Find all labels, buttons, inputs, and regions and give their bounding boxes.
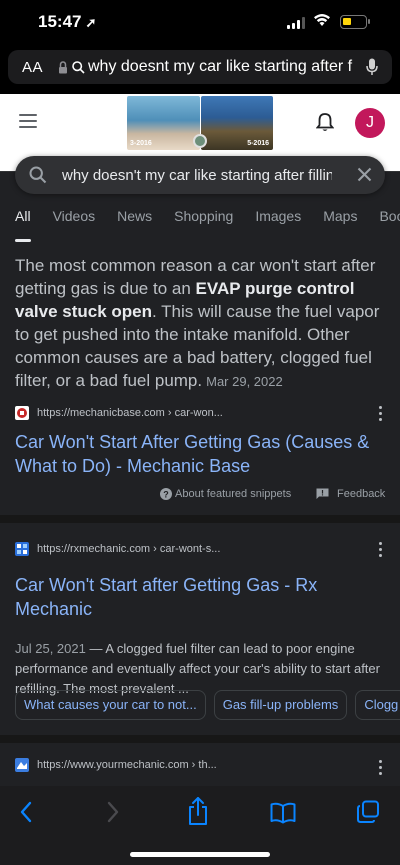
yourmechanic-favicon bbox=[15, 757, 29, 772]
status-time-text: 15:47 bbox=[38, 12, 82, 31]
snippet-source-url: https://mechanicbase.com bbox=[37, 406, 165, 419]
share-icon[interactable] bbox=[186, 796, 210, 826]
snippet-date: Mar 29, 2022 bbox=[206, 374, 283, 389]
kebab-icon[interactable] bbox=[379, 406, 383, 424]
home-indicator bbox=[130, 852, 270, 857]
feedback-link[interactable]: Feedback bbox=[316, 488, 385, 500]
snippet-footer: ? About featured snippets Feedback bbox=[0, 484, 400, 506]
doodle-left-image: 3-2016 bbox=[127, 96, 200, 150]
clear-icon[interactable] bbox=[357, 167, 372, 182]
result-divider bbox=[0, 735, 400, 743]
google-doodle[interactable]: 3-2016 5-2016 bbox=[127, 96, 273, 150]
battery-icon bbox=[340, 15, 370, 29]
back-icon[interactable] bbox=[18, 800, 34, 824]
browser-address-area: AA why doesnt my car like starting after… bbox=[0, 46, 400, 94]
featured-snippet-source: https://mechanicbase.com › car-won... Ca… bbox=[15, 404, 387, 478]
mechanicbase-favicon bbox=[15, 405, 29, 420]
search-query-text[interactable]: why doesn't my car like starting after f… bbox=[62, 167, 332, 184]
cellular-signal-icon bbox=[287, 17, 305, 29]
microphone-icon[interactable] bbox=[366, 58, 378, 76]
kebab-icon[interactable] bbox=[379, 542, 383, 560]
snippet-result-title[interactable]: Car Won't Start After Getting Gas (Cause… bbox=[15, 430, 387, 478]
browser-toolbar bbox=[0, 786, 400, 865]
doodle-right-image: 5-2016 bbox=[200, 96, 273, 150]
related-chips: What causes your car to not... Gas fill-… bbox=[15, 690, 400, 722]
result-url: https://www.yourmechanic.com bbox=[37, 758, 189, 771]
bell-icon[interactable] bbox=[316, 112, 334, 133]
tab-all[interactable]: All bbox=[15, 206, 31, 242]
address-bar[interactable]: AA why doesnt my car like starting after… bbox=[8, 50, 392, 84]
bookmarks-icon[interactable] bbox=[270, 802, 296, 824]
forward-icon[interactable] bbox=[105, 800, 121, 824]
result-title[interactable]: Car Won't Start after Getting Gas - Rx M… bbox=[15, 573, 387, 621]
result-date: Jul 25, 2021 bbox=[15, 641, 86, 656]
tab-books[interactable]: Boo bbox=[379, 206, 400, 236]
search-input[interactable]: why doesn't my car like starting after f… bbox=[15, 156, 385, 194]
result-path: › car-wont-s... bbox=[150, 542, 221, 555]
tab-maps[interactable]: Maps bbox=[323, 206, 357, 236]
wifi-icon bbox=[314, 14, 330, 26]
about-featured-snippets-link[interactable]: ? About featured snippets bbox=[160, 488, 292, 501]
snippet-source-path: › car-won... bbox=[164, 406, 223, 419]
tab-news[interactable]: News bbox=[117, 206, 152, 236]
chip-what-causes[interactable]: What causes your car to not... bbox=[15, 690, 206, 720]
search-band: why doesn't my car like starting after f… bbox=[0, 152, 400, 194]
google-header: 3-2016 5-2016 J bbox=[0, 94, 400, 152]
search-icon bbox=[29, 166, 47, 184]
chip-gas-fill-up[interactable]: Gas fill-up problems bbox=[213, 690, 348, 720]
rxmechanic-favicon bbox=[15, 541, 29, 556]
status-bar: 15:47 ➚ bbox=[0, 0, 400, 46]
kebab-icon[interactable] bbox=[379, 760, 383, 778]
search-tabs: All Videos News Shopping Images Maps Boo bbox=[0, 206, 400, 242]
doodle-slider-knob[interactable] bbox=[193, 134, 207, 148]
location-arrow-icon: ➚ bbox=[85, 15, 97, 30]
doodle-left-label: 3-2016 bbox=[130, 140, 152, 147]
tab-images[interactable]: Images bbox=[255, 206, 301, 236]
about-label: About featured snippets bbox=[175, 488, 292, 500]
search-result: https://rxmechanic.com › car-wont-s... C… bbox=[15, 540, 387, 699]
tabs-icon[interactable] bbox=[356, 800, 380, 824]
help-icon: ? bbox=[160, 488, 172, 501]
tab-shopping[interactable]: Shopping bbox=[174, 206, 233, 236]
avatar[interactable]: J bbox=[355, 108, 385, 138]
status-time: 15:47 ➚ bbox=[38, 12, 96, 32]
reader-text-size-button[interactable]: AA bbox=[22, 59, 50, 76]
search-result: https://www.yourmechanic.com › th... bbox=[15, 756, 387, 775]
lock-icon bbox=[59, 60, 67, 73]
result-cite-row[interactable]: https://rxmechanic.com › car-wont-s... bbox=[15, 540, 387, 558]
doodle-right-label: 5-2016 bbox=[247, 140, 269, 147]
result-path: › th... bbox=[188, 758, 217, 771]
result-url: https://rxmechanic.com bbox=[37, 542, 151, 555]
search-icon bbox=[72, 60, 85, 74]
featured-snippet-text: The most common reason a car won't start… bbox=[15, 254, 387, 393]
chip-clogged[interactable]: Clogg bbox=[355, 690, 400, 720]
feedback-icon bbox=[316, 488, 329, 500]
tab-videos[interactable]: Videos bbox=[53, 206, 96, 236]
result-divider bbox=[0, 515, 400, 523]
url-text[interactable]: why doesnt my car like starting after f bbox=[88, 58, 353, 76]
hamburger-icon[interactable] bbox=[19, 114, 37, 132]
svg-text:?: ? bbox=[163, 490, 169, 500]
snippet-cite-row[interactable]: https://mechanicbase.com › car-won... bbox=[15, 404, 387, 422]
result-cite-row[interactable]: https://www.yourmechanic.com › th... bbox=[15, 756, 387, 774]
feedback-label: Feedback bbox=[337, 488, 386, 500]
